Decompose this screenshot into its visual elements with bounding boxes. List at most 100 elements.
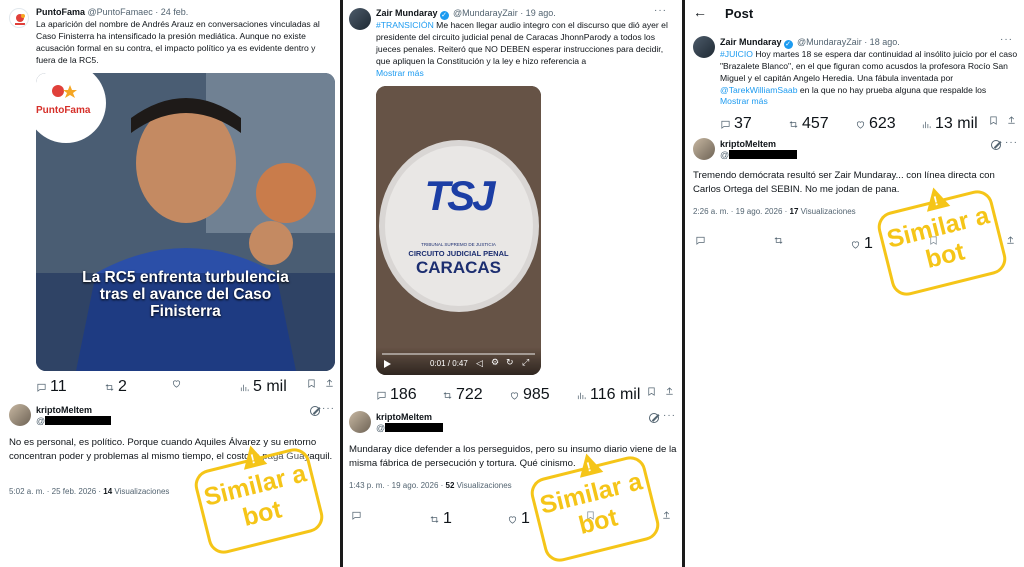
handle-prefix: @	[720, 150, 730, 160]
reply-author-name[interactable]: kriptoMeltem	[36, 405, 92, 415]
author-name[interactable]: PuntoFama	[36, 7, 85, 17]
loop-icon[interactable]: ↻	[506, 357, 514, 368]
share-button[interactable]	[664, 386, 675, 397]
views-button[interactable]: 13 mil	[921, 115, 978, 133]
volume-icon[interactable]: ◁	[476, 358, 483, 369]
repost-button[interactable]: 1	[429, 510, 452, 528]
hashtag-link[interactable]: #TRANSICIÓN	[376, 20, 434, 30]
author-name[interactable]: Zair Mundaray	[376, 8, 438, 18]
sign-small-text: TRIBUNAL SUPREMO DE JUSTICIA	[421, 242, 496, 247]
share-button[interactable]	[324, 378, 335, 389]
more-options-icon[interactable]: ···	[663, 410, 676, 421]
share-button[interactable]	[1006, 115, 1017, 126]
repost-count: 722	[456, 386, 483, 403]
like-button[interactable]: 1	[850, 235, 873, 253]
reply-author-name[interactable]: kriptoMeltem	[720, 139, 776, 149]
repost-count: 2	[118, 378, 127, 395]
author-handle-date[interactable]: @PuntoFamaec · 24 feb.	[88, 7, 189, 17]
views-button[interactable]: 5 mil	[239, 378, 287, 396]
like-button[interactable]: 985	[509, 386, 550, 404]
hashtag-link[interactable]: #JUICIO	[720, 49, 753, 59]
reply-button[interactable]	[351, 510, 362, 521]
like-button[interactable]	[171, 378, 185, 389]
quoted-text: #JUICIO Hoy martes 18 se espera dar cont…	[720, 48, 1018, 96]
similar-a-bot-stamp: ! Similar a bot	[874, 184, 1010, 299]
grok-icon[interactable]	[649, 413, 659, 423]
reply-header: kriptoMeltem	[36, 405, 92, 415]
panel-post-view: ← Post Zair Mundaray ✓ @MundarayZair · 18…	[685, 0, 1024, 567]
reply-timestamp[interactable]: 1:43 p. m. · 19 ago. 2026 ·	[349, 481, 446, 490]
reply-button[interactable]	[695, 235, 706, 246]
views-button[interactable]: 116 mil	[576, 386, 640, 404]
warning-icon: !	[238, 442, 268, 470]
reply-handle[interactable]: @	[36, 416, 112, 426]
reply-meta: 5:02 a. m. · 25 feb. 2026 · 14 Visualiza…	[9, 487, 169, 496]
back-arrow-icon[interactable]: ←	[693, 4, 707, 20]
reply-avatar[interactable]	[349, 411, 371, 433]
show-more-link[interactable]: Mostrar más	[376, 68, 424, 78]
reply-handle[interactable]: @	[720, 150, 798, 160]
repost-icon	[774, 237, 783, 244]
grok-icon[interactable]	[991, 140, 1001, 150]
more-options-icon[interactable]: ···	[654, 5, 667, 16]
reply-avatar[interactable]	[693, 138, 715, 160]
microphone-icon	[52, 85, 77, 98]
reply-header: kriptoMeltem	[720, 139, 776, 149]
reply-timestamp[interactable]: 5:02 a. m. · 25 feb. 2026 ·	[9, 487, 103, 496]
like-count: 1	[521, 510, 530, 527]
mundaray-avatar[interactable]	[693, 36, 715, 58]
bookmark-button[interactable]	[988, 115, 999, 126]
bookmark-button[interactable]	[646, 386, 657, 397]
sign-mid-text: CIRCUITO JUDICIAL PENAL	[408, 249, 509, 258]
play-icon[interactable]	[384, 360, 391, 368]
video-time: 0:01 / 0:47	[430, 359, 468, 368]
reply-views-label: Visualizaciones	[798, 207, 856, 216]
video-frame	[376, 86, 541, 375]
reply-button[interactable]: 11	[36, 378, 67, 396]
panel-puntofama: PuntoFama @PuntoFamaec · 24 feb. La apar…	[0, 0, 340, 567]
share-button[interactable]	[661, 510, 672, 521]
more-options-icon[interactable]: ···	[322, 403, 335, 414]
panel-mundaray-1: Zair Mundaray ✓ @MundarayZair · 19 ago. ·…	[343, 0, 682, 567]
comment-icon	[721, 120, 730, 129]
reply-author-name[interactable]: kriptoMeltem	[376, 412, 432, 422]
reply-avatar[interactable]	[9, 404, 31, 426]
show-more-link[interactable]: Mostrar más	[720, 96, 768, 106]
repost-button[interactable]: 722	[442, 386, 483, 404]
reply-button[interactable]: 37	[720, 115, 752, 133]
author-handle-date[interactable]: @MundarayZair · 19 ago.	[453, 8, 556, 18]
share-icon	[663, 511, 670, 519]
like-button[interactable]: 623	[855, 115, 896, 133]
repost-button[interactable]: 2	[104, 378, 127, 396]
mention-link[interactable]: @TarekWilliamSaab	[720, 85, 798, 95]
views-icon	[922, 121, 931, 128]
reply-meta: 1:43 p. m. · 19 ago. 2026 · 52 Visualiza…	[349, 481, 512, 490]
more-options-icon[interactable]: ···	[1000, 34, 1013, 45]
handle-prefix: @	[36, 416, 46, 426]
repost-count: 457	[802, 115, 829, 132]
video-progress-bar[interactable]	[382, 353, 535, 355]
bookmark-button[interactable]	[306, 378, 317, 389]
reply-handle[interactable]: @	[376, 423, 444, 433]
share-button[interactable]	[1005, 235, 1016, 246]
repost-button[interactable]: 457	[788, 115, 829, 133]
repost-button[interactable]	[773, 235, 784, 246]
comment-icon	[352, 511, 361, 520]
fullscreen-icon[interactable]: ⤢	[522, 357, 529, 368]
reply-button[interactable]: 186	[376, 386, 417, 404]
reply-views-count: 14	[103, 487, 113, 496]
heart-icon	[856, 120, 865, 129]
quoted-header: PuntoFama @PuntoFamaec · 24 feb.	[36, 7, 188, 17]
quoted-video[interactable]: TSJ TRIBUNAL SUPREMO DE JUSTICIA CIRCUIT…	[376, 86, 541, 375]
settings-icon[interactable]: ⚙	[491, 357, 499, 368]
author-name[interactable]: Zair Mundaray	[720, 37, 782, 47]
quoted-actions: 37 457 623 13 mil	[685, 113, 1024, 132]
grok-icon[interactable]	[310, 406, 320, 416]
like-button[interactable]: 1	[507, 510, 530, 528]
quoted-media-image[interactable]: PuntoFama La RC5 enfrenta turbulencia tr…	[36, 73, 335, 371]
reply-timestamp[interactable]: 2:26 a. m. · 19 ago. 2026 ·	[693, 207, 790, 216]
more-options-icon[interactable]: ···	[1005, 137, 1018, 148]
puntofama-avatar[interactable]	[9, 8, 29, 28]
mundaray-avatar[interactable]	[349, 8, 371, 30]
author-handle-date[interactable]: @MundarayZair · 18 ago.	[797, 37, 900, 47]
